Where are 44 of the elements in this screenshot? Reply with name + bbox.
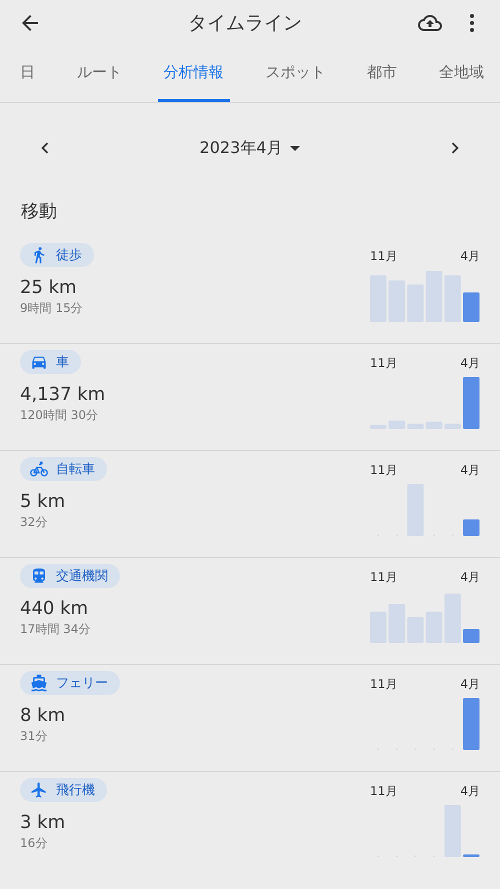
distance-text: 3 km [20, 812, 66, 833]
distance-text: 4,137 km [20, 384, 106, 405]
tab[interactable]: 分析情報 [158, 45, 230, 102]
tab[interactable]: スポット [259, 45, 332, 102]
month-dropdown[interactable]: 2023年4月 [194, 136, 306, 160]
activity-chip: 自転車 [20, 457, 107, 481]
distance-text: 440 km [20, 598, 88, 619]
month-label: 11月 [370, 462, 398, 479]
distance-text: 8 km [20, 705, 66, 726]
tab[interactable]: 日 [14, 45, 41, 102]
month-label: 11月 [370, 248, 398, 265]
screen-title: タイムライン [187, 10, 303, 36]
month-label: 4月 [460, 248, 480, 265]
activity-chip: 飛行機 [20, 778, 107, 802]
activity-chip: 徒歩 [20, 243, 94, 267]
ferry-icon [30, 674, 48, 692]
month-label: 11月 [370, 569, 398, 586]
activity-chip: 車 [20, 350, 81, 374]
section-title: 移動 [20, 200, 58, 224]
duration-text: 31分 [20, 728, 48, 745]
month-label: 11月 [370, 783, 398, 800]
month-label: 4月 [460, 783, 480, 800]
distance-text: 5 km [20, 491, 66, 512]
month-label: 4月 [460, 462, 480, 479]
month-label: 11月 [370, 355, 398, 372]
train-icon [30, 567, 48, 585]
duration-text: 16分 [20, 835, 48, 852]
tab[interactable]: ルート [70, 45, 128, 102]
bicycle-icon [30, 460, 48, 478]
duration-text: 17時間 34分 [20, 621, 90, 638]
tab[interactable]: 全地域 [432, 45, 490, 102]
month-label: 4月 [460, 569, 480, 586]
activity-chip: 交通機関 [20, 564, 120, 588]
month-label: 4月 [460, 676, 480, 693]
tab[interactable]: 都市 [361, 45, 404, 102]
activity-chip: フェリー [20, 671, 120, 695]
month-label: 11月 [370, 676, 398, 693]
duration-text: 120時間 30分 [20, 407, 98, 424]
duration-text: 32分 [20, 514, 48, 531]
airplane-icon [30, 781, 48, 799]
dropdown-caret-icon [290, 146, 300, 150]
duration-text: 9時間 15分 [20, 300, 83, 317]
month-label: 4月 [460, 355, 480, 372]
distance-text: 25 km [20, 277, 77, 298]
